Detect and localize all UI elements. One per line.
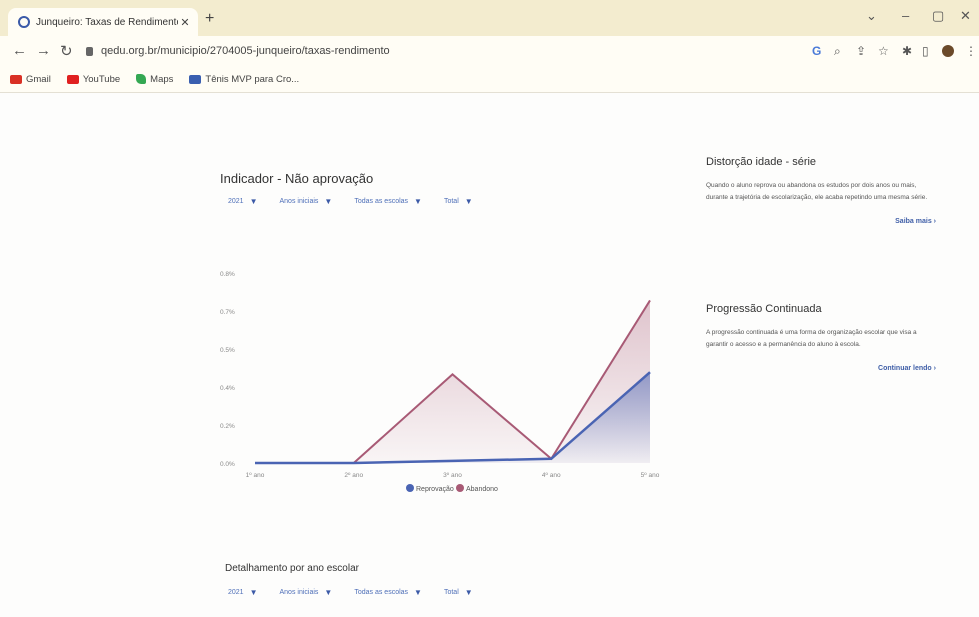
read-more-link[interactable]: Saiba mais › [706,218,936,225]
google-icon[interactable]: G [812,44,821,58]
filter-label: 2021 [228,198,244,205]
filter-stage[interactable]: Anos iniciais ▼ [280,197,333,206]
chevron-down-icon: ▼ [464,588,473,597]
bookmark-label: YouTube [82,73,121,85]
page-content: Indicador - Não aprovação 2021 ▼ Anos ini… [0,93,979,617]
bookmarks-bar: Gmail YouTube Maps Tênis MVP para Cro... [0,66,979,93]
window-close-icon[interactable]: ✕ [960,8,971,24]
bookmark-youtube[interactable]: YouTube [66,73,121,85]
chevron-down-icon: ▼ [414,588,422,597]
filter-label: Total [443,589,459,596]
y-tick-label: 0.7% [220,309,235,316]
non-approval-line-chart: 0.0% 0.2% 0.4% 0.5% 0.7% 0.8% 1º ano 2º ano 3º a… [220,271,660,493]
card-age-grade-distortion: Distorção idade - série Quando o aluno r… [706,156,936,225]
link-label: Saiba mais [895,218,932,225]
maps-icon [136,74,147,84]
profile-avatar[interactable] [942,45,954,57]
filter-label: Todas as escolas [354,198,409,205]
bookmark-label: Maps [150,73,174,85]
x-tick-label: 1º ano [246,472,265,479]
y-tick-label: 0.5% [220,347,235,354]
legend-marker [456,484,464,492]
continue-reading-link[interactable]: Continuar lendo › [706,365,936,372]
address-bar[interactable]: qedu.org.br/municipio/2704005-junqueiro/… [86,39,786,63]
y-tick-label: 0.2% [220,423,235,430]
filter-label: 2021 [228,589,244,596]
filter-label: Total [443,198,459,205]
minimize-icon[interactable]: – [902,8,909,23]
y-tick-label: 0.4% [220,385,235,392]
card-text: Quando o aluno reprova ou abandona os es… [706,182,928,201]
chevron-down-icon: ▼ [249,588,258,597]
chevron-down-icon: ▼ [414,197,422,206]
indicator-filters: 2021 ▼ Anos iniciais ▼ Todas as escolas ▼ T… [228,197,495,206]
browser-toolbar: ← → ↻ qedu.org.br/municipio/2704005-junq… [0,36,979,66]
browser-tab-strip: Junqueiro: Taxas de Rendimento ✕ + ⌄ – ▢… [0,0,979,36]
filter-schools[interactable]: Todas as escolas ▼ [354,197,422,206]
bookmark-site-icon [189,74,202,84]
card-text: A progressão continuada é uma forma de o… [706,329,917,348]
menu-kebab-icon[interactable]: ⋮ [965,44,977,58]
x-tick-label: 5º ano [641,472,660,479]
x-tick-label: 3º ano [443,472,462,479]
filter-label: Anos iniciais [279,198,319,205]
chevron-down-icon: ▼ [324,197,333,206]
legend-label: Abandono [466,486,498,493]
filter-stage[interactable]: Anos iniciais ▼ [280,588,333,597]
bookmark-gmail[interactable]: Gmail [10,74,51,85]
card-title: Progressão Continuada [706,303,822,315]
filter-network[interactable]: Total ▼ [444,588,473,597]
card-title: Distorção idade - série [706,156,817,168]
gmail-icon [10,74,22,84]
sidebar-icon[interactable]: ▯ [922,44,929,58]
back-arrow-icon[interactable]: ← [12,42,27,59]
youtube-icon [66,74,79,84]
bookmark-label: Tênis MVP para Cro... [205,73,300,85]
x-tick-label: 4º ano [542,472,561,479]
legend-marker [406,484,414,492]
y-tick-label: 0.0% [220,461,235,468]
filter-label: Todas as escolas [354,589,409,596]
bookmark-star-icon[interactable]: ☆ [878,44,889,58]
address-url: qedu.org.br/municipio/2704005-junqueiro/… [101,45,390,57]
filter-label: Anos iniciais [279,589,319,596]
chevron-down-icon: ▼ [249,197,258,206]
filter-network[interactable]: Total ▼ [444,197,473,206]
forward-arrow-icon[interactable]: → [36,42,51,59]
detail-filters: 2021 ▼ Anos iniciais ▼ Todas as escolas ▼ T… [228,588,495,597]
new-tab-icon[interactable]: + [205,10,214,28]
bookmark-maps[interactable]: Maps [136,74,173,85]
lock-icon [86,46,93,56]
indicator-title: Indicador - Não aprovação [220,171,374,186]
tab-close-icon[interactable]: ✕ [178,16,192,29]
link-label: Continuar lendo [878,365,932,372]
filter-year[interactable]: 2021 ▼ [228,588,258,597]
share-icon[interactable]: ⇪ [856,44,866,58]
x-tick-label: 2º ano [344,472,363,479]
detail-section-title: Detalhamento por ano escolar [225,563,359,574]
extensions-icon[interactable]: ✱ [902,44,912,58]
tab-title: Junqueiro: Taxas de Rendimento [36,16,178,28]
tab-search-chevron-icon[interactable]: ⌄ [866,8,877,24]
filter-year[interactable]: 2021 ▼ [228,197,258,206]
maximize-icon[interactable]: ▢ [932,8,944,24]
qedu-favicon-icon [18,16,30,28]
browser-tab[interactable]: Junqueiro: Taxas de Rendimento ✕ [8,8,198,36]
reload-icon[interactable]: ↻ [60,42,73,60]
chevron-down-icon: ▼ [324,588,333,597]
filter-schools[interactable]: Todas as escolas ▼ [354,588,422,597]
bookmark-tenis[interactable]: Tênis MVP para Cro... [189,74,299,85]
zoom-icon[interactable]: ⌕ [834,44,841,59]
legend-label: Reprovação [416,486,454,493]
card-continued-progression: Progressão Continuada A progressão conti… [706,303,936,372]
y-tick-label: 0.8% [220,271,235,278]
chevron-down-icon: ▼ [464,197,473,206]
bookmark-label: Gmail [26,73,51,85]
